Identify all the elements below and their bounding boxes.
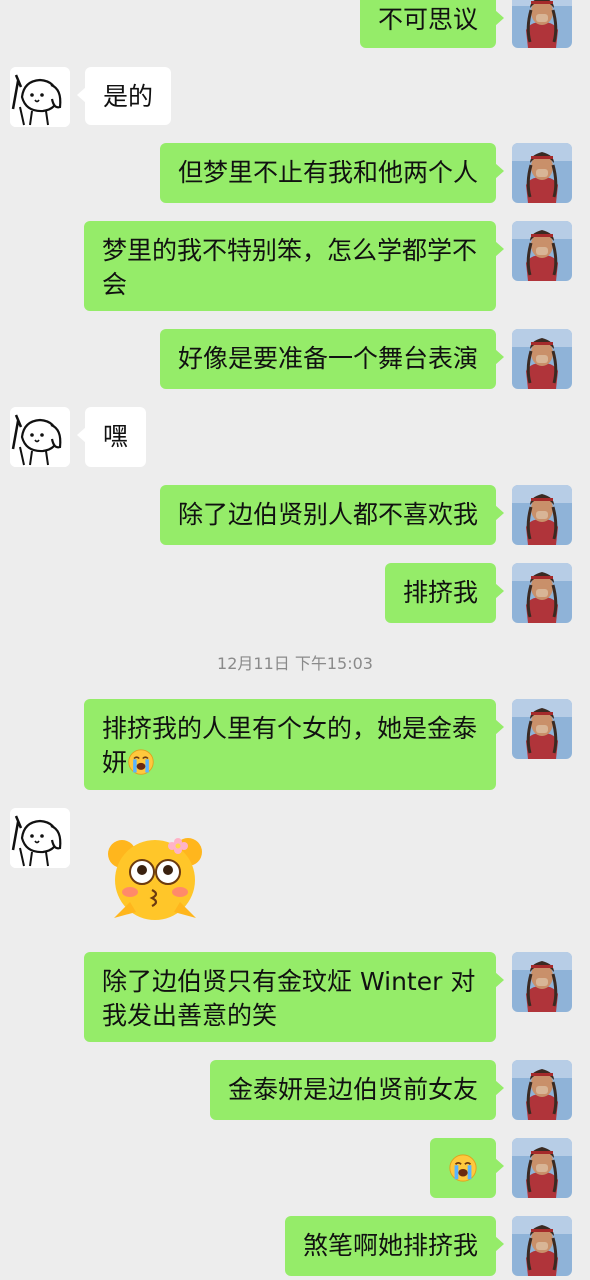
crying-emoji-icon — [127, 748, 155, 776]
my-avatar[interactable] — [512, 1216, 572, 1276]
my-avatar[interactable] — [512, 221, 572, 281]
message-bubble[interactable]: 但梦里不止有我和他两个人 — [159, 143, 505, 203]
message-bubble[interactable]: 金泰妍是边伯贤前女友 — [209, 1060, 505, 1120]
message-bubble[interactable]: 除了边伯贤只有金玟炡 Winter 对我发出善意的笑 — [84, 952, 504, 1042]
my-avatar[interactable] — [512, 485, 572, 545]
message-text: 好像是要准备一个舞台表演 — [177, 344, 478, 373]
message-bubble[interactable]: 不可思议 — [359, 0, 505, 48]
my-avatar[interactable] — [512, 1138, 572, 1198]
message-bubble[interactable]: 嘿 — [76, 407, 147, 467]
contact-avatar[interactable] — [10, 67, 70, 127]
message-bubble[interactable]: 是的 — [76, 67, 172, 125]
message-text: 排挤我 — [402, 578, 478, 607]
message-text: 除了边伯贤只有金玟炡 Winter 对我发出善意的笑 — [102, 967, 476, 1030]
message-text: 但梦里不止有我和他两个人 — [177, 158, 478, 187]
message-text: 金泰妍是边伯贤前女友 — [227, 1075, 478, 1104]
crying-emoji-icon — [448, 1153, 478, 1183]
message-bubble[interactable]: 除了边伯贤别人都不喜欢我 — [159, 485, 505, 545]
my-avatar[interactable] — [512, 143, 572, 203]
message-bubble[interactable]: 排挤我的人里有个女的，她是金泰妍 — [84, 699, 504, 790]
contact-avatar[interactable] — [10, 407, 70, 467]
my-avatar[interactable] — [512, 699, 572, 759]
my-avatar[interactable] — [512, 329, 572, 389]
message-text: 煞笔啊她排挤我 — [302, 1231, 478, 1260]
my-avatar[interactable] — [512, 0, 572, 48]
message-text: 不可思议 — [377, 5, 478, 34]
contact-avatar[interactable] — [10, 808, 70, 868]
message-bubble[interactable] — [430, 1138, 504, 1198]
message-bubble[interactable]: 煞笔啊她排挤我 — [284, 1216, 505, 1276]
message-text: 梦里的我不特别笨，怎么学都学不会 — [102, 236, 478, 299]
my-avatar[interactable] — [512, 563, 572, 623]
message-bubble[interactable]: 排挤我 — [384, 563, 505, 623]
message-text: 嘿 — [103, 422, 129, 451]
message-text: 除了边伯贤别人都不喜欢我 — [177, 500, 478, 529]
my-avatar[interactable] — [512, 1060, 572, 1120]
timestamp: 12月11日 下午15:03 — [217, 654, 373, 673]
message-bubble[interactable]: 梦里的我不特别笨，怎么学都学不会 — [84, 221, 504, 311]
message-text: 是的 — [103, 82, 154, 111]
my-avatar[interactable] — [512, 952, 572, 1012]
message-text: 排挤我的人里有个女的，她是金泰妍 — [102, 714, 478, 777]
message-bubble[interactable]: 好像是要准备一个舞台表演 — [159, 329, 505, 389]
blushing-emoji-sticker[interactable] — [100, 822, 210, 932]
